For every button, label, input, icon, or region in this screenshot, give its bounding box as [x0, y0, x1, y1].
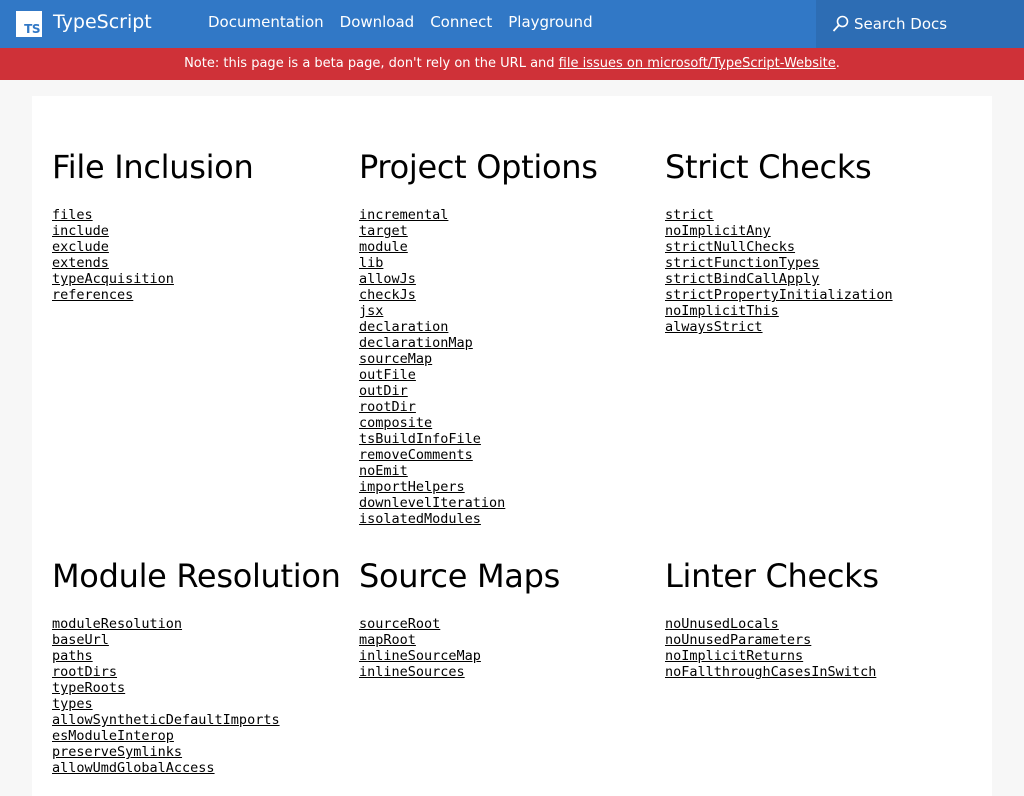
section-title: Project Options	[359, 148, 598, 186]
section-file-inclusion: File Inclusion files include exclude extend…	[52, 148, 254, 303]
search-label: Search Docs	[854, 15, 948, 33]
option-list: sourceRoot mapRoot inlineSourceMap inlineSo…	[359, 613, 481, 680]
option-item: allowJs	[359, 268, 505, 287]
option-list: files include exclude extends typeAcquisitio…	[52, 204, 174, 303]
option-item: inlineSources	[359, 661, 481, 680]
option-link[interactable]: noFallthroughCasesInSwitch	[665, 664, 876, 680]
option-list: incremental target module lib allowJs checkJs…	[359, 204, 505, 527]
search-icon	[832, 15, 849, 32]
option-item: outDir	[359, 380, 505, 399]
option-item: noUnusedLocals	[665, 613, 876, 632]
logo-text: TS	[24, 22, 40, 36]
main-nav: Documentation Download Connect Playgroun…	[208, 13, 593, 31]
option-item: extends	[52, 252, 174, 271]
search-docs-button[interactable]: Search Docs	[816, 0, 1024, 48]
option-link[interactable]: isolatedModules	[359, 511, 481, 527]
option-item: declarationMap	[359, 332, 505, 351]
option-item: noUnusedParameters	[665, 629, 876, 648]
section-strict-checks: Strict Checks strict noImplicitAny strictN…	[665, 148, 893, 335]
nav-documentation[interactable]: Documentation	[208, 13, 324, 31]
option-list: strict noImplicitAny strictNullChecks stric…	[665, 204, 893, 335]
option-item: typeRoots	[52, 677, 280, 696]
option-item: downlevelIteration	[359, 492, 505, 511]
nav-playground[interactable]: Playground	[508, 13, 592, 31]
section-title: Source Maps	[359, 557, 560, 595]
section-module-resolution: Module Resolution moduleResolution baseUr…	[52, 557, 341, 776]
beta-banner: Note: this page is a beta page, don't re…	[0, 48, 1024, 80]
typescript-logo-icon[interactable]: TS	[16, 11, 42, 37]
option-link[interactable]: allowUmdGlobalAccess	[52, 760, 215, 776]
option-item: strictFunctionTypes	[665, 252, 893, 271]
section-source-maps: Source Maps sourceRoot mapRoot inlineSourc…	[359, 557, 560, 680]
option-link[interactable]: inlineSources	[359, 664, 465, 680]
section-title: File Inclusion	[52, 148, 254, 186]
nav-download[interactable]: Download	[340, 13, 415, 31]
brand-link[interactable]: TypeScript	[53, 11, 152, 33]
option-item: exclude	[52, 236, 174, 255]
option-item: include	[52, 220, 174, 239]
option-item: noFallthroughCasesInSwitch	[665, 661, 876, 680]
option-item: jsx	[359, 300, 505, 319]
option-item: tsBuildInfoFile	[359, 428, 505, 447]
option-item: sourceRoot	[359, 613, 481, 632]
section-project-options: Project Options incremental target module l…	[359, 148, 598, 527]
option-item: files	[52, 204, 174, 223]
option-link[interactable]: alwaysStrict	[665, 319, 763, 335]
option-item: moduleResolution	[52, 613, 280, 632]
option-list: moduleResolution baseUrl paths rootDirs type…	[52, 613, 280, 776]
banner-suffix: .	[835, 56, 840, 71]
option-item: strictBindCallApply	[665, 268, 893, 287]
option-item: preserveSymlinks	[52, 741, 280, 760]
option-item: paths	[52, 645, 280, 664]
option-item: importHelpers	[359, 476, 505, 495]
option-item: incremental	[359, 204, 505, 223]
option-item: types	[52, 693, 280, 712]
options-card: File Inclusion files include exclude extend…	[32, 96, 992, 796]
option-item: noImplicitReturns	[665, 645, 876, 664]
option-link[interactable]: references	[52, 287, 133, 303]
section-linter-checks: Linter Checks noUnusedLocals noUnusedPara…	[665, 557, 879, 680]
option-item: allowSyntheticDefaultImports	[52, 709, 280, 728]
option-item: composite	[359, 412, 505, 431]
banner-issues-link[interactable]: file issues on microsoft/TypeScript-Webs…	[559, 56, 836, 71]
banner-text: Note: this page is a beta page, don't re…	[184, 56, 555, 71]
option-item: strictNullChecks	[665, 236, 893, 255]
section-title: Strict Checks	[665, 148, 872, 186]
option-item: declaration	[359, 316, 505, 335]
option-item: strict	[665, 204, 893, 223]
nav-connect[interactable]: Connect	[430, 13, 492, 31]
option-item: noImplicitAny	[665, 220, 893, 239]
option-list: noUnusedLocals noUnusedParameters noImplic…	[665, 613, 876, 680]
top-navigation: TS TypeScript Documentation Download Con…	[0, 0, 1024, 48]
section-title: Module Resolution	[52, 557, 341, 595]
option-item: module	[359, 236, 505, 255]
option-item: lib	[359, 252, 505, 271]
option-item: rootDirs	[52, 661, 280, 680]
option-item: removeComments	[359, 444, 505, 463]
option-item: strictPropertyInitialization	[665, 284, 893, 303]
option-item: checkJs	[359, 284, 505, 303]
section-title: Linter Checks	[665, 557, 879, 595]
option-item: rootDir	[359, 396, 505, 415]
option-item: inlineSourceMap	[359, 645, 481, 664]
option-item: outFile	[359, 364, 505, 383]
option-item: allowUmdGlobalAccess	[52, 757, 280, 776]
option-item: typeAcquisition	[52, 268, 174, 287]
